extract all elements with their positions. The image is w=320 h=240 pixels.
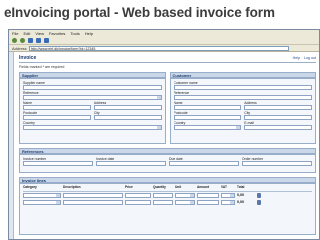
forward-icon[interactable] xyxy=(20,38,25,43)
quantity-input[interactable] xyxy=(153,192,173,198)
url-input[interactable]: http://www.ehf.dk/invoice/form?id=12345 xyxy=(28,45,289,51)
supplier-reference-select[interactable] xyxy=(23,95,162,100)
lines-header: Category Description Price Quantity Unit… xyxy=(23,185,312,192)
menu-tools[interactable]: Tools xyxy=(70,31,79,36)
price-input[interactable] xyxy=(125,199,151,205)
references-section: References Invoice number Invoice date D… xyxy=(19,148,316,173)
column-header: Price xyxy=(125,185,133,189)
unit-select[interactable] xyxy=(175,199,195,205)
page-title: Invoice xyxy=(19,55,37,61)
supplier-city-input[interactable] xyxy=(93,115,162,120)
invoice-line-row: 0,00 xyxy=(23,199,312,205)
menu-view[interactable]: View xyxy=(35,31,44,36)
category-select[interactable] xyxy=(23,192,61,198)
browser-toolbar xyxy=(9,37,319,45)
invoice-lines-box: Category Description Price Quantity Unit… xyxy=(19,183,316,235)
menu-edit[interactable]: Edit xyxy=(23,31,30,36)
line-total: 0,00 xyxy=(237,200,244,205)
supplier-panel: Supplier Supplier name Reference Name Ad… xyxy=(19,72,166,144)
customer-name-input[interactable] xyxy=(173,85,312,90)
vat-select[interactable] xyxy=(221,192,235,198)
unit-select[interactable] xyxy=(175,192,195,198)
invoice-lines-section: Invoice lines Category Description Price… xyxy=(19,177,316,235)
column-header: Amount xyxy=(197,185,210,189)
help-link[interactable]: Help xyxy=(293,56,300,60)
column-header: Total xyxy=(237,185,245,189)
order-number-input[interactable] xyxy=(242,161,312,166)
supplier-postcode-input[interactable] xyxy=(23,115,91,120)
menu-bar: File Edit View Favorites Tools Help xyxy=(9,30,319,37)
logout-link[interactable]: Log out xyxy=(304,56,316,60)
column-header: Quantity xyxy=(153,185,166,189)
column-header: Unit xyxy=(175,185,182,189)
address-bar: Address http://www.ehf.dk/invoice/form?i… xyxy=(9,45,319,52)
party-section: Supplier Supplier name Reference Name Ad… xyxy=(19,72,316,144)
invoice-page: Invoice Help Log out Fields marked * are… xyxy=(15,52,319,239)
customer-email-input[interactable] xyxy=(244,125,312,130)
invoice-line-row: 0,00 xyxy=(23,192,312,198)
line-amount-input[interactable] xyxy=(197,199,219,205)
customer-box: Customer name Reference Name Address Pos… xyxy=(169,78,316,144)
price-input[interactable] xyxy=(125,192,151,198)
customer-address-input[interactable] xyxy=(244,105,312,110)
line-amount-input[interactable] xyxy=(197,192,219,198)
description-input[interactable] xyxy=(63,192,123,198)
menu-favorites[interactable]: Favorites xyxy=(49,31,65,36)
menu-help[interactable]: Help xyxy=(85,31,93,36)
line-total: 0,00 xyxy=(237,193,244,198)
header-links: Help Log out xyxy=(293,56,316,60)
references-box: Invoice number Invoice date Due date Ord… xyxy=(19,154,316,173)
supplier-name-input[interactable] xyxy=(23,85,162,90)
address-label: Address xyxy=(12,45,27,51)
customer-panel: Customer Customer name Reference Name Ad… xyxy=(169,72,316,144)
menu-file[interactable]: File xyxy=(12,31,18,36)
customer-country-select[interactable] xyxy=(173,125,242,130)
slide-title: eInvoicing portal - Web based invoice fo… xyxy=(4,5,275,20)
vat-select[interactable] xyxy=(221,199,235,205)
back-icon[interactable] xyxy=(12,38,17,43)
delete-line-icon[interactable] xyxy=(257,199,261,205)
supplier-box: Supplier name Reference Name Address Pos… xyxy=(19,78,166,144)
customer-postcode-input[interactable] xyxy=(173,115,242,120)
customer-reference-input[interactable] xyxy=(173,95,312,100)
invoice-date-input[interactable] xyxy=(96,161,166,166)
stop-icon[interactable] xyxy=(28,38,33,43)
due-date-input[interactable] xyxy=(169,161,239,166)
supplier-contact-input[interactable] xyxy=(23,105,91,110)
column-header: VAT xyxy=(221,185,227,189)
invoice-number-input[interactable] xyxy=(23,161,93,166)
category-select[interactable] xyxy=(23,199,61,205)
customer-contact-input[interactable] xyxy=(173,105,242,110)
browser-window: File Edit View Favorites Tools Help Addr… xyxy=(8,29,320,240)
home-icon[interactable] xyxy=(44,38,49,43)
description-input[interactable] xyxy=(63,199,123,205)
supplier-country-select[interactable] xyxy=(23,125,162,130)
refresh-icon[interactable] xyxy=(36,38,41,43)
browser-sidebar xyxy=(9,52,14,239)
customer-city-input[interactable] xyxy=(244,115,312,120)
quantity-input[interactable] xyxy=(153,199,173,205)
required-notice: Fields marked * are required xyxy=(19,65,65,69)
page-header: Invoice Help Log out xyxy=(19,54,316,63)
column-header: Description xyxy=(63,185,81,189)
column-header: Category xyxy=(23,185,37,189)
delete-line-icon[interactable] xyxy=(257,192,261,198)
supplier-address-input[interactable] xyxy=(93,105,162,110)
